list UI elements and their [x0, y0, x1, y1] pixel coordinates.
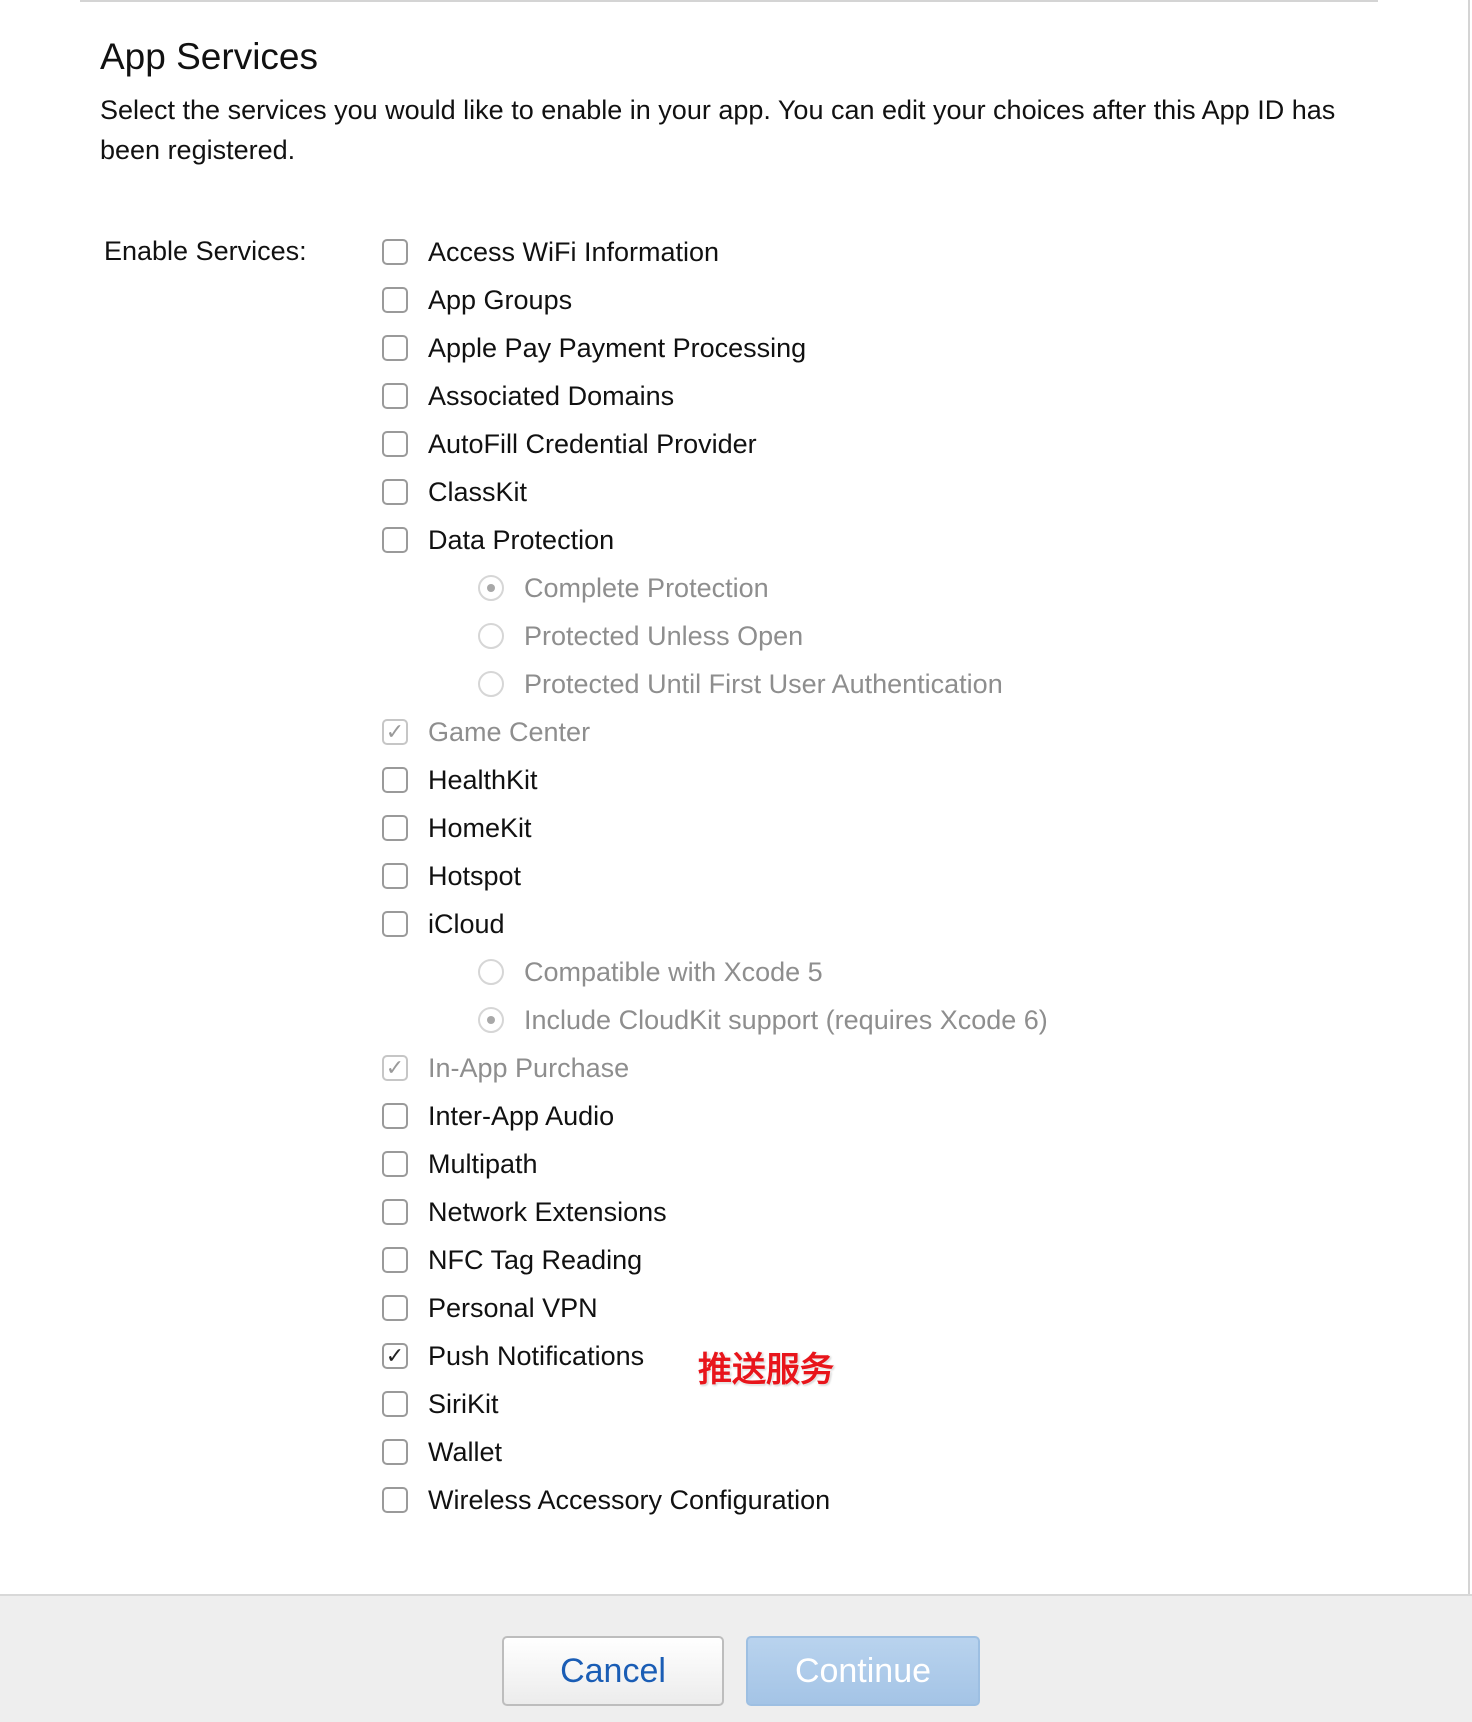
radio-compatible-with-xcode-5	[478, 959, 504, 985]
service-label: Include CloudKit support (requires Xcode…	[524, 1004, 1048, 1035]
service-row-access-wifi-information: Access WiFi Information	[382, 228, 1048, 276]
service-row-personal-vpn: Personal VPN	[382, 1284, 1048, 1332]
service-label: SiriKit	[428, 1388, 499, 1419]
enable-services-label: Enable Services:	[104, 236, 307, 266]
service-label: Multipath	[428, 1148, 538, 1179]
service-label: Wallet	[428, 1436, 503, 1467]
checkbox-healthkit[interactable]	[382, 767, 408, 793]
service-label: Access WiFi Information	[428, 236, 720, 267]
service-label: Apple Pay Payment Processing	[428, 332, 807, 363]
checkbox-app-groups[interactable]	[382, 287, 408, 313]
service-label: Associated Domains	[428, 380, 675, 411]
checkbox-apple-pay-payment-processing[interactable]	[382, 335, 408, 361]
service-row-wallet: Wallet	[382, 1428, 1048, 1476]
push-annotation: 推送服务	[698, 1351, 834, 1389]
radio-protected-unless-open	[478, 623, 504, 649]
service-label: HomeKit	[428, 812, 532, 843]
service-label: Hotspot	[428, 860, 522, 891]
service-row-in-app-purchase: ✓ In-App Purchase	[382, 1044, 1048, 1092]
service-label: In-App Purchase	[428, 1052, 630, 1083]
checkbox-inter-app-audio[interactable]	[382, 1103, 408, 1129]
service-label: AutoFill Credential Provider	[428, 428, 757, 459]
service-label: HealthKit	[428, 764, 538, 795]
service-row-associated-domains: Associated Domains	[382, 372, 1048, 420]
checkbox-multipath[interactable]	[382, 1151, 408, 1177]
option-row-protected-unless-open: Protected Unless Open	[382, 612, 1048, 660]
service-label: Game Center	[428, 716, 591, 747]
checkbox-push-notifications[interactable]: ✓	[382, 1343, 408, 1369]
service-row-icloud: iCloud	[382, 900, 1048, 948]
services-list: Access WiFi Information App Groups Apple P…	[382, 228, 1048, 1524]
checkbox-game-center: ✓	[382, 719, 408, 745]
checkbox-wireless-accessory-configuration[interactable]	[382, 1487, 408, 1513]
service-row-homekit: HomeKit	[382, 804, 1048, 852]
option-row-complete-protection: Complete Protection	[382, 564, 1048, 612]
service-label: Wireless Accessory Configuration	[428, 1484, 831, 1515]
service-label: Protected Until First User Authenticatio…	[524, 668, 1003, 699]
checkbox-network-extensions[interactable]	[382, 1199, 408, 1225]
cancel-button[interactable]: Cancel	[502, 1636, 724, 1706]
service-label: Data Protection	[428, 524, 615, 555]
service-label: Compatible with Xcode 5	[524, 956, 823, 987]
option-row-include-cloudkit-support-requires-xcode-6: Include CloudKit support (requires Xcode…	[382, 996, 1048, 1044]
checkbox-homekit[interactable]	[382, 815, 408, 841]
checkbox-icloud[interactable]	[382, 911, 408, 937]
service-label: App Groups	[428, 284, 573, 315]
top-divider	[80, 0, 1378, 2]
section-title: App Services	[100, 36, 318, 77]
right-border	[1468, 0, 1470, 1594]
service-row-hotspot: Hotspot	[382, 852, 1048, 900]
footer-bar: Cancel Continue	[0, 1594, 1472, 1722]
radio-protected-until-first-user-authentication	[478, 671, 504, 697]
service-row-multipath: Multipath	[382, 1140, 1048, 1188]
checkbox-nfc-tag-reading[interactable]	[382, 1247, 408, 1273]
service-row-data-protection: Data Protection	[382, 516, 1048, 564]
checkmark-icon: ✓	[385, 719, 405, 744]
radio-include-cloudkit-support-requires-xcode-6	[478, 1007, 504, 1033]
service-label: iCloud	[428, 908, 505, 939]
service-label: Protected Unless Open	[524, 620, 804, 651]
checkbox-classkit[interactable]	[382, 479, 408, 505]
service-label: Complete Protection	[524, 572, 769, 603]
checkbox-personal-vpn[interactable]	[382, 1295, 408, 1321]
service-label: Network Extensions	[428, 1196, 667, 1227]
service-row-game-center: ✓ Game Center	[382, 708, 1048, 756]
radio-dot-icon	[487, 1016, 495, 1024]
checkbox-data-protection[interactable]	[382, 527, 408, 553]
service-label: Inter-App Audio	[428, 1100, 615, 1131]
radio-complete-protection	[478, 575, 504, 601]
option-row-compatible-with-xcode-5: Compatible with Xcode 5	[382, 948, 1048, 996]
checkbox-hotspot[interactable]	[382, 863, 408, 889]
service-label: NFC Tag Reading	[428, 1244, 643, 1275]
service-row-wireless-accessory-configuration: Wireless Accessory Configuration	[382, 1476, 1048, 1524]
section-description: Select the services you would like to en…	[100, 95, 1336, 165]
service-row-app-groups: App Groups	[382, 276, 1048, 324]
radio-dot-icon	[487, 584, 495, 592]
checkbox-autofill-credential-provider[interactable]	[382, 431, 408, 457]
checkbox-sirikit[interactable]	[382, 1391, 408, 1417]
checkbox-associated-domains[interactable]	[382, 383, 408, 409]
option-row-protected-until-first-user-authentication: Protected Until First User Authenticatio…	[382, 660, 1048, 708]
checkbox-access-wifi-information[interactable]	[382, 239, 408, 265]
checkmark-icon: ✓	[385, 1343, 405, 1368]
service-label: Personal VPN	[428, 1292, 598, 1323]
checkbox-wallet[interactable]	[382, 1439, 408, 1465]
service-row-classkit: ClassKit	[382, 468, 1048, 516]
service-row-healthkit: HealthKit	[382, 756, 1048, 804]
service-row-apple-pay-payment-processing: Apple Pay Payment Processing	[382, 324, 1048, 372]
service-row-inter-app-audio: Inter-App Audio	[382, 1092, 1048, 1140]
service-row-network-extensions: Network Extensions	[382, 1188, 1048, 1236]
service-row-nfc-tag-reading: NFC Tag Reading	[382, 1236, 1048, 1284]
service-row-autofill-credential-provider: AutoFill Credential Provider	[382, 420, 1048, 468]
service-label: Push Notifications	[428, 1340, 645, 1371]
checkbox-in-app-purchase: ✓	[382, 1055, 408, 1081]
checkmark-icon: ✓	[385, 1055, 405, 1080]
service-label: ClassKit	[428, 476, 528, 507]
continue-button[interactable]: Continue	[746, 1636, 980, 1706]
